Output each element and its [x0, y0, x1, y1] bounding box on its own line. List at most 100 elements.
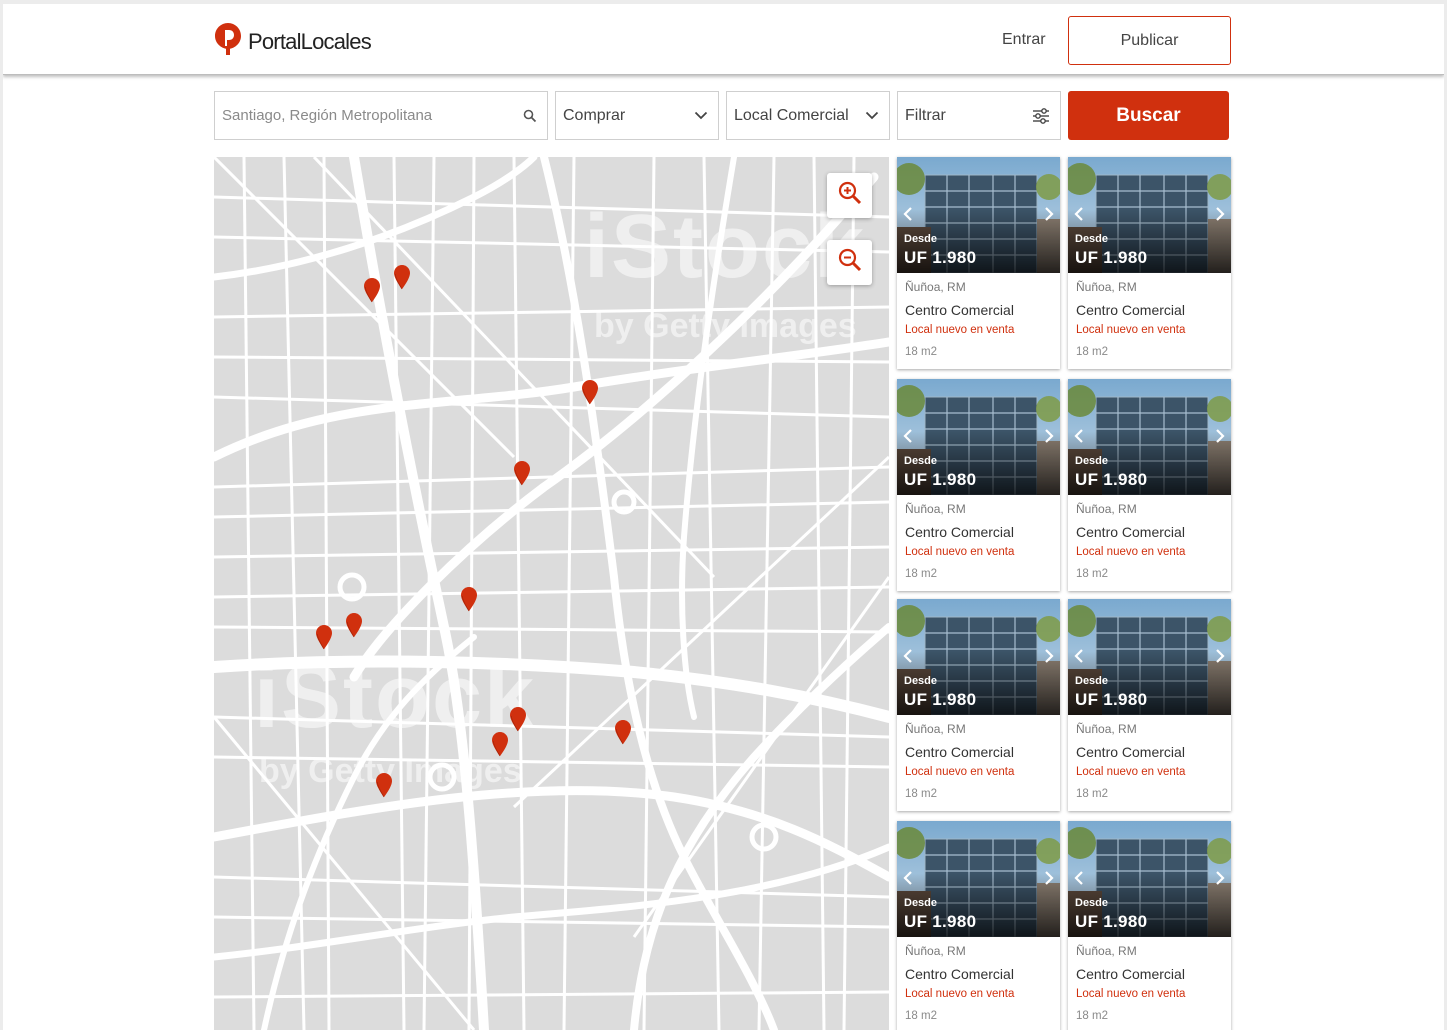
publish-button[interactable]: Publicar	[1068, 16, 1231, 65]
chevron-right-icon[interactable]	[1213, 869, 1227, 887]
map-marker-icon[interactable]	[460, 586, 478, 612]
listing-price: UF 1.980	[1075, 248, 1148, 267]
zoom-in-button[interactable]	[827, 173, 872, 218]
listing-card[interactable]: Desde UF 1.980 Ñuñoa, RM Centro Comercia…	[1068, 599, 1231, 811]
listing-card[interactable]: Desde UF 1.980 Ñuñoa, RM Centro Comercia…	[897, 821, 1060, 1030]
chevron-right-icon[interactable]	[1042, 427, 1056, 445]
chevron-right-icon[interactable]	[1213, 427, 1227, 445]
operation-value: Comprar	[563, 106, 626, 124]
price-prefix: Desde	[1075, 675, 1109, 687]
search-icon[interactable]	[523, 109, 537, 123]
sliders-icon	[1032, 107, 1050, 124]
listing-card[interactable]: Desde UF 1.980 Ñuñoa, RM Centro Comercia…	[1068, 379, 1231, 591]
listing-photo: Desde UF 1.980	[1068, 599, 1231, 715]
listing-subtitle: Local nuevo en venta	[1076, 324, 1186, 336]
listing-location: Ñuñoa, RM	[1076, 502, 1137, 516]
zoom-out-icon	[837, 247, 863, 278]
listing-location: Ñuñoa, RM	[1076, 944, 1137, 958]
map-marker-icon[interactable]	[491, 731, 509, 757]
listing-photo: Desde UF 1.980	[1068, 379, 1231, 495]
chevron-left-icon[interactable]	[901, 647, 915, 665]
listing-size: 18 m2	[1076, 1010, 1108, 1022]
chevron-left-icon[interactable]	[901, 427, 915, 445]
price-prefix: Desde	[1075, 233, 1109, 245]
location-placeholder: Santiago, Región Metropolitana	[222, 107, 433, 124]
chevron-left-icon[interactable]	[1072, 647, 1086, 665]
listing-price: UF 1.980	[904, 690, 977, 709]
chevron-left-icon[interactable]	[1072, 205, 1086, 223]
map-marker-icon[interactable]	[375, 772, 393, 798]
listing-size: 18 m2	[905, 346, 937, 358]
listing-subtitle: Local nuevo en venta	[905, 766, 1015, 778]
map-marker-icon[interactable]	[393, 264, 411, 290]
map-marker-icon[interactable]	[345, 612, 363, 638]
listing-card[interactable]: Desde UF 1.980 Ñuñoa, RM Centro Comercia…	[897, 599, 1060, 811]
chevron-right-icon[interactable]	[1213, 647, 1227, 665]
chevron-right-icon[interactable]	[1042, 869, 1056, 887]
listing-title: Centro Comercial	[1076, 966, 1185, 982]
operation-select[interactable]: Comprar	[555, 91, 719, 140]
listing-price: UF 1.980	[904, 470, 977, 489]
listing-price: UF 1.980	[1075, 470, 1148, 489]
listing-size: 18 m2	[1076, 346, 1108, 358]
listing-size: 18 m2	[905, 788, 937, 800]
top-header: PortalLocales Entrar Publicar	[3, 4, 1444, 75]
listing-subtitle: Local nuevo en venta	[905, 546, 1015, 558]
map-view[interactable]: iStock by Getty Images iStock by Getty I…	[214, 157, 889, 1030]
chevron-right-icon[interactable]	[1042, 205, 1056, 223]
brand-name: PortalLocales	[248, 28, 372, 54]
listing-photo: Desde UF 1.980	[897, 379, 1060, 495]
chevron-left-icon[interactable]	[1072, 427, 1086, 445]
filter-label: Filtrar	[905, 106, 946, 124]
listing-price: UF 1.980	[1075, 912, 1148, 931]
location-search-input[interactable]: Santiago, Región Metropolitana	[214, 91, 548, 140]
brand-logo[interactable]: PortalLocales	[214, 22, 372, 61]
listing-location: Ñuñoa, RM	[905, 944, 966, 958]
chevron-right-icon[interactable]	[1213, 205, 1227, 223]
listing-card[interactable]: Desde UF 1.980 Ñuñoa, RM Centro Comercia…	[1068, 821, 1231, 1030]
listing-price: UF 1.980	[1075, 690, 1148, 709]
chevron-left-icon[interactable]	[1072, 869, 1086, 887]
listing-card[interactable]: Desde UF 1.980 Ñuñoa, RM Centro Comercia…	[897, 379, 1060, 591]
map-marker-icon[interactable]	[363, 277, 381, 303]
map-marker-icon[interactable]	[513, 460, 531, 486]
listing-title: Centro Comercial	[905, 966, 1014, 982]
page: PortalLocales Entrar Publicar Santiago, …	[3, 4, 1444, 1030]
listing-size: 18 m2	[905, 568, 937, 580]
listing-photo: Desde UF 1.980	[1068, 157, 1231, 273]
listing-price: UF 1.980	[904, 248, 977, 267]
listing-size: 18 m2	[1076, 788, 1108, 800]
price-prefix: Desde	[1075, 455, 1109, 467]
listing-card[interactable]: Desde UF 1.980 Ñuñoa, RM Centro Comercia…	[1068, 157, 1231, 369]
zoom-in-icon	[837, 180, 863, 211]
price-prefix: Desde	[904, 675, 938, 687]
zoom-out-button[interactable]	[827, 240, 872, 285]
search-submit-button[interactable]: Buscar	[1068, 91, 1229, 140]
chevron-left-icon[interactable]	[901, 869, 915, 887]
listing-card[interactable]: Desde UF 1.980 Ñuñoa, RM Centro Comercia…	[897, 157, 1060, 369]
chevron-right-icon[interactable]	[1042, 647, 1056, 665]
map-marker-icon[interactable]	[509, 706, 527, 732]
map-marker-icon[interactable]	[315, 624, 333, 650]
listing-photo: Desde UF 1.980	[897, 157, 1060, 273]
filter-button[interactable]: Filtrar	[897, 91, 1061, 140]
map-marker-icon[interactable]	[614, 719, 632, 745]
logo-pin-icon	[214, 22, 242, 61]
listing-title: Centro Comercial	[1076, 524, 1185, 540]
listing-size: 18 m2	[1076, 568, 1108, 580]
listing-location: Ñuñoa, RM	[905, 502, 966, 516]
chevron-down-icon	[865, 111, 879, 120]
listing-subtitle: Local nuevo en venta	[1076, 766, 1186, 778]
map-marker-icon[interactable]	[581, 379, 599, 405]
listing-subtitle: Local nuevo en venta	[1076, 546, 1186, 558]
property-type-select[interactable]: Local Comercial	[726, 91, 890, 140]
price-prefix: Desde	[904, 455, 938, 467]
price-prefix: Desde	[904, 897, 938, 909]
svg-text:iStock: iStock	[584, 197, 866, 297]
login-link[interactable]: Entrar	[1002, 31, 1046, 49]
listing-title: Centro Comercial	[1076, 744, 1185, 760]
listing-price: UF 1.980	[904, 912, 977, 931]
chevron-left-icon[interactable]	[901, 205, 915, 223]
listing-location: Ñuñoa, RM	[1076, 722, 1137, 736]
listing-location: Ñuñoa, RM	[905, 722, 966, 736]
